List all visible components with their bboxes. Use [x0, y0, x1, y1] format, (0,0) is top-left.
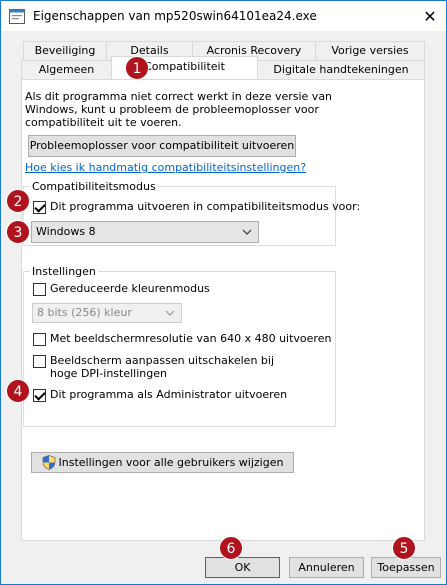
- close-icon[interactable]: ✕: [420, 6, 440, 26]
- app-file-icon: [9, 9, 25, 24]
- chevron-down-icon: [242, 222, 252, 250]
- compat-mode-checkbox-label: Dit programma uitvoeren in compatibilite…: [50, 200, 361, 213]
- apply-button[interactable]: Toepassen: [371, 557, 441, 578]
- tab-label: Beveiliging: [34, 44, 96, 57]
- compat-mode-checkbox[interactable]: [33, 201, 46, 214]
- all-users-button-label: Instellingen voor alle gebruikers wijzig…: [58, 456, 284, 469]
- annotation-badge-1: 1: [125, 56, 149, 80]
- chevron-down-icon: [165, 304, 175, 329]
- window-title: Eigenschappen van mp520swin64101ea24.exe: [33, 9, 317, 23]
- annotation-badge-2: 2: [6, 189, 30, 213]
- run-as-admin-checkbox[interactable]: [33, 389, 46, 402]
- low-res-checkbox[interactable]: [33, 333, 46, 346]
- uac-shield-icon: [42, 455, 56, 470]
- tab-label: Vorige versies: [331, 44, 409, 57]
- tab-label: Algemeen: [38, 63, 95, 76]
- run-as-admin-label: Dit programma als Administrator uitvoere…: [50, 388, 288, 401]
- tab-label: Digitale handtekeningen: [273, 63, 409, 76]
- color-depth-value: 8 bits (256) kleur: [37, 306, 132, 319]
- annotation-badge-4: 4: [6, 379, 30, 403]
- tab-vorige-versies[interactable]: Vorige versies: [315, 41, 425, 60]
- cancel-button[interactable]: Annuleren: [289, 557, 364, 578]
- compat-mode-label: Compatibiliteitsmodus: [30, 180, 158, 193]
- annotation-badge-5: 5: [392, 536, 416, 560]
- tab-label: Compatibiliteit: [144, 60, 225, 73]
- color-depth-select[interactable]: 8 bits (256) kleur: [32, 303, 182, 323]
- intro-text: Als dit programma niet correct werkt in …: [25, 90, 333, 129]
- run-as-admin-row[interactable]: Dit programma als Administrator uitvoere…: [33, 388, 287, 402]
- low-res-row[interactable]: Met beeldschermresolutie van 640 x 480 u…: [33, 332, 331, 346]
- troubleshooter-button[interactable]: Probleemoplosser voor compatibiliteit ui…: [28, 135, 296, 157]
- properties-window: Eigenschappen van mp520swin64101ea24.exe…: [0, 0, 447, 585]
- tab-beveiliging[interactable]: Beveiliging: [23, 41, 107, 60]
- dpi-scaling-row[interactable]: Beeldscherm aanpassen uitschakelen bij h…: [33, 354, 298, 380]
- manual-settings-link[interactable]: Hoe kies ik handmatig compatibiliteitsin…: [25, 161, 306, 174]
- os-select-value: Windows 8: [36, 225, 96, 238]
- dpi-scaling-checkbox[interactable]: [33, 355, 46, 368]
- tab-algemeen[interactable]: Algemeen: [21, 60, 112, 80]
- annotation-badge-3: 3: [6, 220, 30, 244]
- compat-mode-checkbox-row[interactable]: Dit programma uitvoeren in compatibilite…: [33, 200, 360, 214]
- tab-digitale-handtekeningen[interactable]: Digitale handtekeningen: [257, 60, 425, 80]
- all-users-settings-button[interactable]: Instellingen voor alle gebruikers wijzig…: [31, 452, 294, 473]
- annotation-badge-6: 6: [219, 536, 243, 560]
- reduced-color-label: Gereduceerde kleurenmodus: [50, 282, 210, 295]
- reduced-color-checkbox[interactable]: [33, 283, 46, 296]
- reduced-color-row[interactable]: Gereduceerde kleurenmodus: [33, 282, 210, 296]
- settings-label: Instellingen: [30, 265, 98, 278]
- ok-button[interactable]: OK: [205, 557, 280, 578]
- title-bar: Eigenschappen van mp520swin64101ea24.exe…: [1, 1, 446, 31]
- dpi-scaling-label: Beeldscherm aanpassen uitschakelen bij h…: [50, 354, 275, 380]
- os-select[interactable]: Windows 8: [31, 221, 259, 243]
- low-res-label: Met beeldschermresolutie van 640 x 480 u…: [50, 332, 332, 345]
